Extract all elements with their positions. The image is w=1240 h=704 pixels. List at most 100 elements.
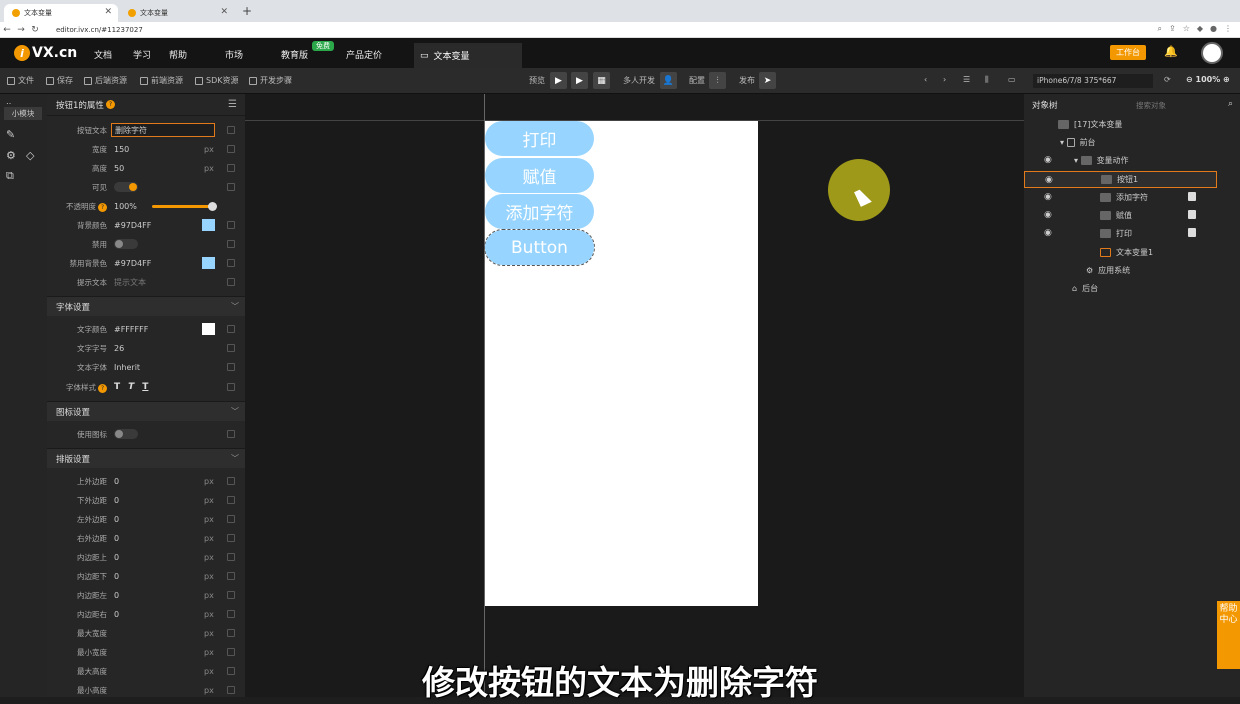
tree-node-text-var[interactable]: 文本变量1 (1100, 244, 1153, 261)
copy-icon[interactable] (227, 363, 235, 371)
nav-education[interactable]: 教育版 (281, 48, 308, 61)
browser-tab[interactable]: 文本变量 ✕ (120, 4, 234, 22)
eye-icon[interactable]: ◉ (1044, 210, 1052, 220)
copy-icon[interactable] (227, 430, 235, 438)
layout-input[interactable]: 0 (111, 474, 215, 488)
copy-icon[interactable] (227, 591, 235, 599)
phone-page[interactable]: 打印 赋值 添加字符 Button (484, 121, 758, 606)
align-icon[interactable]: ☰ (963, 75, 970, 84)
project-tab[interactable]: ▭ 文本变量 (414, 43, 522, 68)
use-icon-toggle[interactable] (114, 429, 138, 439)
copy-icon[interactable] (227, 477, 235, 485)
disabled-bg-input[interactable]: #97D4FF (111, 256, 215, 270)
layout-input[interactable]: 0 (111, 569, 215, 583)
copy-icon[interactable] (227, 325, 235, 333)
help-icon[interactable]: ? (105, 100, 115, 109)
tree-node-button1[interactable]: ◉ 按钮1 (1024, 171, 1217, 188)
bell-icon[interactable]: 🔔 (1164, 45, 1178, 58)
sliders-icon[interactable]: ⚙ (6, 150, 18, 162)
frontend-resources[interactable]: 前端资源 (140, 75, 183, 86)
module-button[interactable]: 小模块 (4, 107, 42, 120)
copy-icon[interactable] (227, 259, 235, 267)
tree-node-add-char[interactable]: 添加字符 (1100, 189, 1148, 206)
opacity-input[interactable]: 100% (111, 199, 151, 213)
help-icon[interactable]: ? (98, 383, 107, 393)
multi-dev-button[interactable]: 👤 (660, 72, 677, 89)
layout-input[interactable]: 0 (111, 493, 215, 507)
tree-search-input[interactable]: 搜索对象 (1134, 98, 1232, 112)
copy-icon[interactable] (227, 629, 235, 637)
close-tab-icon[interactable]: ✕ (220, 7, 228, 17)
tree-node-back[interactable]: ⌂ 后台 (1072, 280, 1098, 297)
profile-icon[interactable]: ● (1210, 24, 1217, 34)
event-icon[interactable] (1188, 228, 1196, 237)
device-icon[interactable]: ▭ (1008, 75, 1016, 84)
bg-color-swatch[interactable] (202, 219, 215, 231)
font-family-select[interactable]: Inherit (111, 360, 215, 374)
copy-icon[interactable] (227, 183, 235, 191)
new-tab-button[interactable]: + (242, 4, 252, 18)
tree-node-front[interactable]: ▾ 前台 (1060, 134, 1096, 151)
copy-icon[interactable] (227, 344, 235, 352)
config-button[interactable]: ⫶ (709, 72, 726, 89)
close-tab-icon[interactable]: ✕ (104, 7, 112, 17)
nav-learn[interactable]: 学习 (133, 48, 151, 61)
canvas-button-print[interactable]: 打印 (485, 121, 594, 156)
copy-icon[interactable] (227, 145, 235, 153)
opacity-slider[interactable] (152, 201, 217, 211)
share-icon[interactable]: ⇪ (1169, 24, 1176, 34)
edit-icon[interactable]: ✎ (6, 129, 18, 141)
layout-input[interactable]: 0 (111, 588, 215, 602)
eye-icon[interactable]: ◉ (1044, 228, 1052, 238)
publish-button[interactable]: ➤ (759, 72, 776, 89)
zoom-icon[interactable]: ⌕ (1158, 24, 1162, 34)
canvas-button-1[interactable]: Button (484, 229, 595, 266)
help-icon[interactable]: ? (98, 202, 107, 212)
copy-icon[interactable] (227, 221, 235, 229)
button-text-input[interactable]: 删除字符 (111, 123, 215, 137)
redo-icon[interactable]: › (943, 75, 946, 84)
layout-input[interactable]: 0 (111, 607, 215, 621)
underline-icon[interactable]: T (142, 382, 148, 392)
copy-icon[interactable] (227, 240, 235, 248)
design-canvas[interactable]: 打印 赋值 添加字符 Button (245, 94, 1024, 697)
extension-icon[interactable]: ◆ (1197, 24, 1203, 34)
preview-play-button[interactable]: ▶ (550, 72, 567, 89)
bold-icon[interactable]: T (114, 382, 120, 392)
browser-tab-active[interactable]: 文本变量 ✕ (4, 4, 118, 22)
url-field[interactable]: editor.ivx.cn/#11237027 (56, 26, 143, 34)
code-icon[interactable]: ◇ (26, 150, 38, 162)
undo-icon[interactable]: ‹ (924, 75, 927, 84)
menu-icon[interactable]: ⋮ (1224, 24, 1232, 34)
canvas-button-add-char[interactable]: 添加字符 (485, 194, 594, 229)
nav-pricing[interactable]: 产品定价 (346, 48, 382, 61)
tree-node-action[interactable]: ▾ 变量动作 (1074, 152, 1129, 169)
forward-icon[interactable]: → (14, 25, 28, 35)
tree-node-assign[interactable]: 赋值 (1100, 207, 1132, 224)
copy-icon[interactable] (227, 126, 235, 134)
tree-node-print[interactable]: 打印 (1100, 225, 1132, 242)
canvas-button-assign[interactable]: 赋值 (485, 158, 594, 193)
copy-icon[interactable] (227, 610, 235, 618)
tree-node-app-system[interactable]: ⚙ 应用系统 (1086, 262, 1130, 279)
device-select[interactable]: iPhone6/7/8 375*667 (1033, 74, 1153, 88)
nav-help[interactable]: 帮助 (169, 48, 187, 61)
font-color-swatch[interactable] (202, 323, 215, 335)
rotate-icon[interactable]: ⟳ (1164, 75, 1171, 84)
bookmark-star-icon[interactable]: ☆ (1183, 24, 1190, 34)
nav-market[interactable]: 市场 (225, 48, 243, 61)
search-icon[interactable]: ⌕ (1228, 99, 1233, 109)
run-play-button[interactable]: ▶ (571, 72, 588, 89)
copy-icon[interactable] (227, 496, 235, 504)
bg-color-input[interactable]: #97D4FF (111, 218, 215, 232)
font-color-input[interactable]: #FFFFFF (111, 322, 215, 336)
layout-section-header[interactable]: 排版设置 ﹀ (47, 448, 245, 468)
italic-icon[interactable]: T (128, 382, 134, 392)
reload-icon[interactable]: ↻ (28, 25, 42, 35)
eye-icon[interactable]: ◉ (1045, 175, 1053, 185)
backend-resources[interactable]: 后端资源 (84, 75, 127, 86)
copy-icon[interactable] (227, 572, 235, 580)
layout-input[interactable]: 0 (111, 512, 215, 526)
event-icon[interactable] (1188, 210, 1196, 219)
font-size-input[interactable]: 26 (111, 341, 215, 355)
